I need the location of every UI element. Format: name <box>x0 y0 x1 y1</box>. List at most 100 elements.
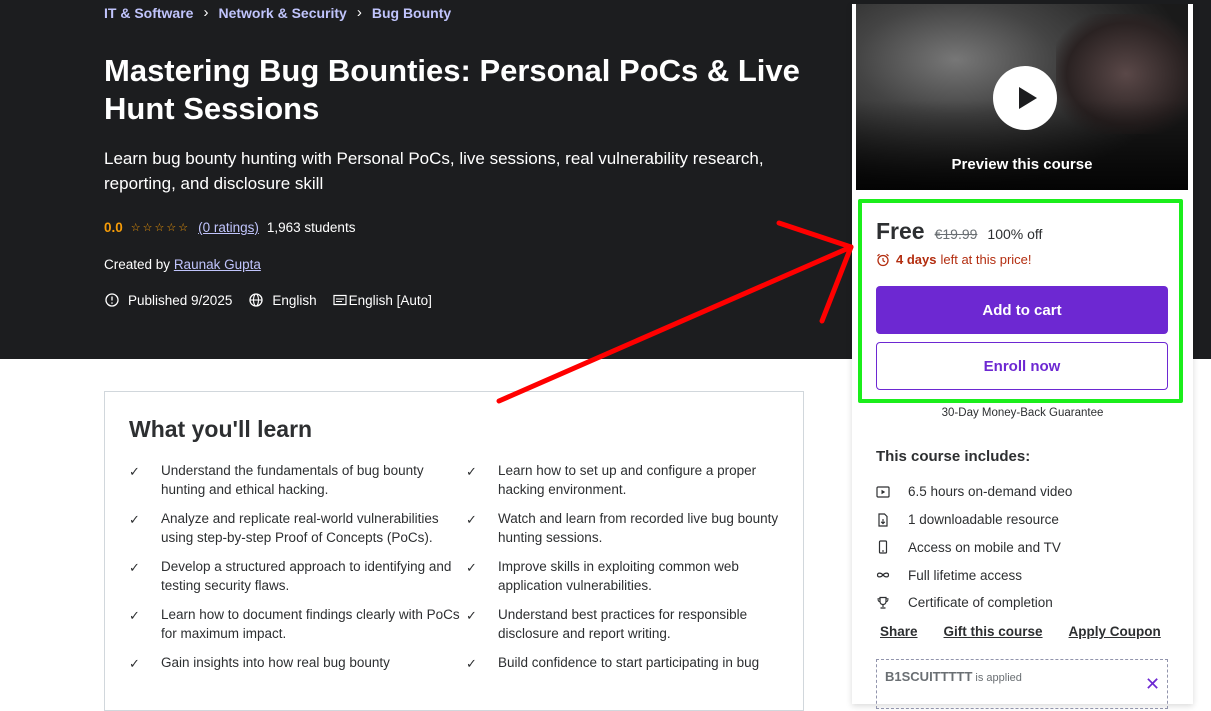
file-download-icon <box>878 513 888 527</box>
learn-item-text: Build confidence to start participating … <box>498 655 760 670</box>
coupon-status: is applied <box>975 672 1022 684</box>
published-text: Published 9/2025 <box>128 292 233 308</box>
learn-item-text: Develop a structured approach to identif… <box>161 559 452 593</box>
created-by-label: Created by <box>104 257 171 272</box>
include-text: Full lifetime access <box>908 567 1023 583</box>
learn-item-text: Watch and learn from recorded live bug b… <box>498 511 779 545</box>
course-captions: English [Auto] <box>333 293 432 308</box>
play-icon <box>1018 87 1037 109</box>
list-item: ✓ Analyze and replicate real-world vulner… <box>129 509 466 547</box>
sidebar-links: Share Gift this course Apply Coupon <box>880 624 1187 639</box>
purchase-sidebar: Preview this course Free €19.99 100% off… <box>852 4 1193 709</box>
price-timer: 4 days left at this price! <box>876 252 1032 267</box>
captions-text: English [Auto] <box>348 292 432 308</box>
list-item: 6.5 hours on-demand video <box>876 478 1072 506</box>
breadcrumb-network-security[interactable]: Network & Security <box>218 5 346 21</box>
current-price: Free <box>876 218 925 244</box>
checkmark-icon: ✓ <box>466 560 477 575</box>
checkmark-icon: ✓ <box>129 512 140 527</box>
include-text: Access on mobile and TV <box>908 539 1061 555</box>
gift-course-link[interactable]: Gift this course <box>944 624 1043 639</box>
rating-value: 0.0 <box>104 220 123 235</box>
applied-coupon: B1SCUITTTTT is applied ✕ <box>876 659 1168 709</box>
section-title: What you'll learn <box>129 416 313 442</box>
mobile-icon <box>878 540 888 554</box>
checkmark-icon: ✓ <box>129 464 140 479</box>
checkmark-icon: ✓ <box>466 608 477 623</box>
language-text: English <box>272 292 317 308</box>
course-title: Mastering Bug Bounties: Personal PoCs & … <box>104 53 800 126</box>
checkmark-icon: ✓ <box>129 608 140 623</box>
list-item: Access on mobile and TV <box>876 534 1072 562</box>
star-rating-icon: ☆☆☆☆☆ <box>130 222 191 234</box>
include-text: 6.5 hours on-demand video <box>908 484 1073 500</box>
globe-icon <box>249 293 263 307</box>
checkmark-icon: ✓ <box>129 560 140 575</box>
include-text: 1 downloadable resource <box>908 512 1059 528</box>
checkmark-icon: ✓ <box>466 512 477 527</box>
chevron-right-icon: › <box>356 4 362 21</box>
timer-days: 4 days <box>896 252 937 267</box>
list-item: ✓ Develop a structured approach to identi… <box>129 557 466 595</box>
checkmark-icon: ✓ <box>466 656 477 671</box>
breadcrumb-bug-bounty[interactable]: Bug Bounty <box>372 5 451 21</box>
close-icon[interactable]: ✕ <box>1145 674 1160 695</box>
trophy-icon <box>877 596 889 609</box>
list-item: ✓ Learn how to set up and configure a pro… <box>466 461 786 499</box>
student-count: 1,963 students <box>266 220 356 235</box>
list-item: ✓ Improve skills in exploiting common web… <box>466 557 786 595</box>
alarm-clock-icon <box>877 253 889 266</box>
list-item: 1 downloadable resource <box>876 506 1072 534</box>
checkmark-icon: ✓ <box>466 464 477 479</box>
enroll-now-button[interactable]: Enroll now <box>876 342 1168 390</box>
play-button[interactable] <box>993 66 1057 130</box>
learn-item-text: Understand best practices for responsibl… <box>498 607 748 641</box>
alert-badge-icon <box>105 293 119 307</box>
share-link[interactable]: Share <box>880 624 918 639</box>
discount-percent: 100% off <box>987 226 1043 242</box>
list-item: ✓ Build confidence to start participating… <box>466 653 786 673</box>
course-subtitle: Learn bug bounty hunting with Personal P… <box>104 149 764 193</box>
list-item: Certificate of completion <box>876 589 1072 617</box>
learn-item-text: Learn how to set up and configure a prop… <box>498 463 757 497</box>
captions-icon <box>333 294 347 306</box>
original-price: €19.99 <box>934 226 978 242</box>
coupon-code: B1SCUITTTTT <box>885 669 973 684</box>
list-item: Full lifetime access <box>876 561 1072 589</box>
timer-text: left at this price! <box>940 252 1032 267</box>
learn-item-text: Understand the fundamentals of bug bount… <box>161 463 424 497</box>
course-meta: Published 9/2025 English English [Auto] <box>104 292 448 308</box>
price-row: Free €19.99 100% off <box>876 218 1042 245</box>
list-item: ✓ Watch and learn from recorded live bug … <box>466 509 786 547</box>
rating-row: 0.0 ☆☆☆☆☆ (0 ratings) 1,963 students <box>104 220 355 235</box>
breadcrumb-it-software[interactable]: IT & Software <box>104 5 193 21</box>
list-item: ✓ Understand best practices for responsib… <box>466 605 786 643</box>
learn-item-text: Improve skills in exploiting common web … <box>498 559 739 593</box>
learn-item-text: Analyze and replicate real-world vulnera… <box>161 511 439 545</box>
ratings-link[interactable]: (0 ratings) <box>198 220 259 235</box>
chevron-right-icon: › <box>203 4 209 21</box>
learn-item-text: Learn how to document findings clearly w… <box>161 607 460 641</box>
course-preview-video[interactable]: Preview this course <box>856 4 1188 190</box>
include-text: Certificate of completion <box>908 595 1053 611</box>
list-item: ✓ Learn how to document findings clearly … <box>129 605 466 643</box>
preview-label[interactable]: Preview this course <box>856 156 1188 173</box>
breadcrumb: IT & Software › Network & Security › Bug… <box>104 4 451 21</box>
learn-item-text: Gain insights into how real bug bounty <box>161 655 390 670</box>
learn-list: ✓ Understand the fundamentals of bug boun… <box>129 461 779 673</box>
includes-title: This course includes: <box>876 448 1031 465</box>
infinity-icon <box>876 572 890 578</box>
course-language: English <box>248 292 317 308</box>
checkmark-icon: ✓ <box>129 656 140 671</box>
money-back-guarantee: 30-Day Money-Back Guarantee <box>941 407 1104 419</box>
created-by: Created by Raunak Gupta <box>104 257 261 272</box>
list-item: ✓ Gain insights into how real bug bounty <box>129 653 466 673</box>
list-item: ✓ Understand the fundamentals of bug boun… <box>129 461 466 499</box>
video-icon <box>876 486 890 498</box>
author-link[interactable]: Raunak Gupta <box>174 257 261 272</box>
includes-list: 6.5 hours on-demand video 1 downloadable… <box>876 478 1072 617</box>
what-youll-learn-section: What you'll learn ✓ Understand the fundam… <box>104 391 804 711</box>
published-date: Published 9/2025 <box>104 292 232 308</box>
apply-coupon-link[interactable]: Apply Coupon <box>1069 624 1161 639</box>
add-to-cart-button[interactable]: Add to cart <box>876 286 1168 334</box>
